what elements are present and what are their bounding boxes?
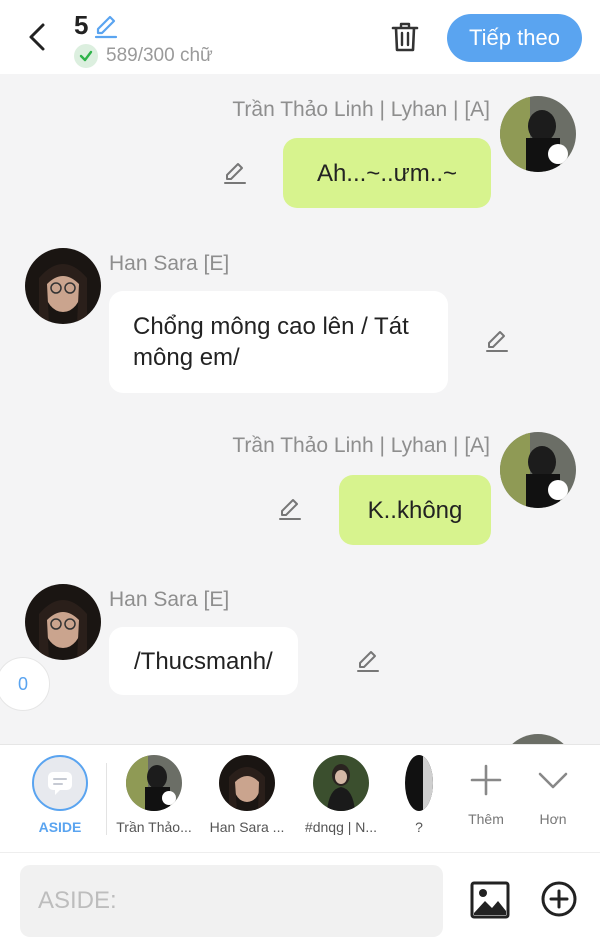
next-button[interactable]: Tiếp theo	[447, 14, 582, 62]
character-item[interactable]: Trần Thảo...	[109, 755, 199, 835]
chevron-left-icon	[29, 23, 45, 51]
pencil-icon	[279, 499, 301, 520]
message-bubble[interactable]: /Thucsmanh/	[109, 627, 298, 695]
sender-name: Trần Thảo Linh | Lyhan | [A]	[232, 98, 490, 121]
message-bubble[interactable]: K..không	[339, 475, 491, 545]
character-item[interactable]: ?	[374, 755, 464, 835]
trash-icon	[391, 22, 419, 52]
image-button[interactable]	[470, 880, 510, 920]
avatar	[126, 755, 182, 811]
edit-message-button[interactable]	[275, 494, 305, 524]
char-status: 589/300 chữ	[74, 44, 213, 68]
sender-name: Trần Thảo Linh | Lyhan | [A]	[232, 434, 490, 457]
char-count: 589/300 chữ	[106, 45, 213, 66]
character-selector: ASIDE Trần Thảo... Han Sara ... #dnqg | …	[0, 744, 600, 852]
add-label: Thêm	[468, 811, 504, 827]
chat-bubble-icon	[32, 755, 88, 811]
more-button[interactable]: Hơn	[523, 763, 583, 827]
aside-label: ASIDE	[38, 819, 82, 835]
aside-input[interactable]	[20, 865, 443, 937]
avatar	[405, 755, 433, 811]
avatar[interactable]	[25, 248, 101, 324]
character-label: ?	[415, 819, 423, 835]
pencil-icon	[224, 163, 246, 184]
character-aside[interactable]: ASIDE	[15, 755, 105, 835]
character-label: #dnqg | N...	[304, 819, 378, 835]
top-bar: 5 589/300 chữ Tiếp theo	[0, 0, 600, 74]
chevron-down-icon	[538, 772, 568, 789]
edit-message-button[interactable]	[220, 158, 250, 188]
check-circle-icon	[74, 44, 98, 68]
side-counter[interactable]: 0	[0, 657, 50, 711]
character-label: Han Sara ...	[209, 819, 285, 835]
plus-circle-icon	[541, 881, 577, 917]
message-count: 5	[74, 10, 89, 40]
avatar	[219, 755, 275, 811]
add-character-button[interactable]: Thêm	[456, 763, 516, 827]
sender-name: Han Sara [E]	[109, 588, 230, 611]
character-item[interactable]: #dnqg | N...	[296, 755, 386, 835]
avatar[interactable]	[25, 584, 101, 660]
sender-name: Han Sara [E]	[109, 252, 230, 275]
message-bubble[interactable]: Chổng mông cao lên / Tát mông em/	[109, 291, 448, 393]
pencil-icon	[357, 651, 379, 672]
avatar[interactable]	[500, 734, 576, 744]
edit-message-button[interactable]	[353, 646, 383, 676]
pencil-icon	[486, 331, 508, 352]
message-list[interactable]: Trần Thảo Linh | Lyhan | [A] Ah...~..ưm.…	[0, 74, 600, 744]
pencil-icon[interactable]	[92, 12, 120, 40]
image-icon	[470, 881, 510, 919]
plus-icon	[470, 764, 502, 796]
chapter-count: 5	[74, 10, 120, 41]
more-label: Hơn	[539, 811, 567, 827]
delete-button[interactable]	[388, 18, 422, 56]
avatar	[313, 755, 369, 811]
avatar[interactable]	[500, 432, 576, 508]
message-bubble[interactable]: Ah...~..ưm..~	[283, 138, 491, 208]
edit-message-button[interactable]	[482, 326, 512, 356]
back-button[interactable]	[20, 18, 54, 56]
add-button[interactable]	[540, 880, 578, 918]
character-label: Trần Thảo...	[116, 819, 192, 835]
composer	[0, 852, 600, 947]
character-item[interactable]: Han Sara ...	[202, 755, 292, 835]
avatar[interactable]	[500, 96, 576, 172]
divider	[106, 763, 107, 835]
